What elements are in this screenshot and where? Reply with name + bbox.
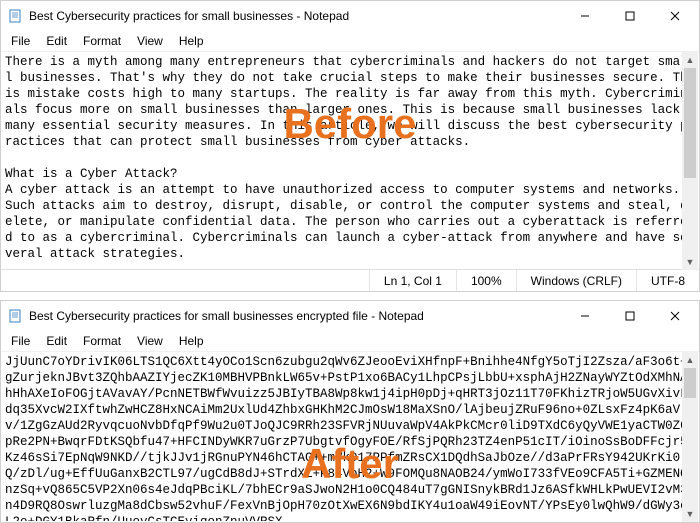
maximize-button[interactable] [607, 1, 652, 31]
menu-file[interactable]: File [3, 332, 38, 350]
scroll-up-icon[interactable]: ▲ [682, 352, 698, 368]
notepad-window-before: Best Cybersecurity practices for small b… [0, 0, 700, 292]
vertical-scrollbar[interactable]: ▲ ▼ [682, 52, 698, 270]
scroll-thumb[interactable] [684, 68, 696, 178]
menu-file[interactable]: File [3, 32, 38, 50]
text-area[interactable]: There is a myth among many entrepreneurs… [1, 51, 699, 269]
menu-format[interactable]: Format [75, 332, 129, 350]
status-zoom: 100% [456, 270, 516, 291]
menubar: File Edit Format View Help [1, 31, 699, 51]
minimize-button[interactable] [562, 1, 607, 31]
titlebar: Best Cybersecurity practices for small b… [1, 301, 699, 331]
menu-help[interactable]: Help [171, 332, 212, 350]
menu-view[interactable]: View [129, 32, 171, 50]
titlebar: Best Cybersecurity practices for small b… [1, 1, 699, 31]
menu-edit[interactable]: Edit [38, 332, 75, 350]
menu-help[interactable]: Help [171, 32, 212, 50]
scroll-down-icon[interactable]: ▼ [682, 254, 698, 270]
notepad-icon [7, 308, 23, 324]
vertical-scrollbar[interactable]: ▲ ▼ [682, 352, 698, 522]
close-button[interactable] [652, 1, 697, 31]
text-area[interactable]: JjUunC7oYDrivIK06LTS1QC6Xtt4yOCo1Scn6zub… [1, 351, 699, 521]
status-position: Ln 1, Col 1 [369, 270, 456, 291]
notepad-window-after: Best Cybersecurity practices for small b… [0, 300, 700, 523]
statusbar: Ln 1, Col 1 100% Windows (CRLF) UTF-8 [1, 269, 699, 291]
maximize-button[interactable] [607, 301, 652, 331]
scroll-thumb[interactable] [684, 368, 696, 398]
scroll-down-icon[interactable]: ▼ [682, 506, 698, 522]
status-encoding: UTF-8 [636, 270, 699, 291]
menu-format[interactable]: Format [75, 32, 129, 50]
menubar: File Edit Format View Help [1, 331, 699, 351]
window-title: Best Cybersecurity practices for small b… [29, 309, 562, 323]
menu-edit[interactable]: Edit [38, 32, 75, 50]
status-eol: Windows (CRLF) [516, 270, 636, 291]
menu-view[interactable]: View [129, 332, 171, 350]
scroll-up-icon[interactable]: ▲ [682, 52, 698, 68]
notepad-icon [7, 8, 23, 24]
close-button[interactable] [652, 301, 697, 331]
window-title: Best Cybersecurity practices for small b… [29, 9, 562, 23]
minimize-button[interactable] [562, 301, 607, 331]
